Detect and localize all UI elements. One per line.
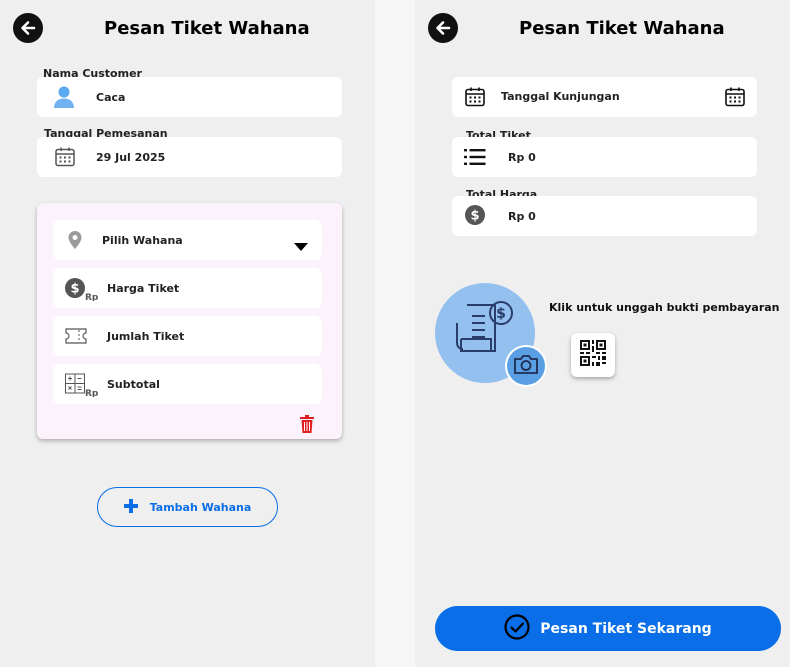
- arrow-left-icon: [436, 21, 451, 35]
- subtotal-field: Rp Subtotal: [53, 364, 322, 404]
- customer-field[interactable]: Caca: [37, 77, 342, 117]
- location-pin-icon: [66, 230, 84, 254]
- qr-code-icon: [580, 340, 606, 370]
- customer-value: Caca: [96, 91, 126, 104]
- order-date-field[interactable]: 29 Jul 2025: [37, 137, 342, 177]
- arrow-left-icon: [21, 21, 36, 35]
- calculator-rp-icon: Rp: [65, 373, 99, 401]
- dollar-icon: $: [465, 205, 485, 229]
- back-button[interactable]: [13, 13, 43, 43]
- ride-item-card: Pilih Wahana $ Rp Harga Tiket Jumlah Tike…: [37, 203, 342, 439]
- svg-text:Rp: Rp: [85, 293, 99, 301]
- ride-select[interactable]: Pilih Wahana: [53, 220, 322, 260]
- total-tickets-field: Rp 0: [452, 137, 757, 177]
- ticket-qty-label: Jumlah Tiket: [107, 330, 185, 343]
- ride-select-value: Pilih Wahana: [102, 234, 183, 247]
- visit-date-field[interactable]: Tanggal Kunjungan: [452, 77, 757, 117]
- list-icon: [464, 148, 486, 170]
- svg-text:Rp: Rp: [85, 389, 99, 397]
- total-tickets-value: Rp 0: [508, 151, 536, 164]
- svg-text:$: $: [470, 209, 479, 224]
- page-title: Pesan Tiket Wahana: [519, 18, 725, 39]
- user-icon: [53, 85, 75, 113]
- calendar-icon: [54, 146, 76, 172]
- back-button[interactable]: [428, 13, 458, 43]
- camera-icon: [513, 353, 539, 379]
- order-form-panel: Pesan Tiket Wahana Nama Customer Caca Ta…: [0, 0, 375, 667]
- chevron-down-icon: [294, 236, 308, 255]
- svg-text:$: $: [70, 282, 79, 297]
- upload-hint[interactable]: Klik untuk unggah bukti pembayaran: [549, 301, 780, 314]
- ticket-price-label: Harga Tiket: [107, 282, 180, 295]
- check-circle-icon: [504, 613, 530, 644]
- camera-button[interactable]: [505, 345, 547, 387]
- total-price-field: $ Rp 0: [452, 196, 757, 236]
- page-title: Pesan Tiket Wahana: [104, 18, 310, 39]
- add-ride-button[interactable]: Tambah Wahana: [97, 487, 278, 527]
- ticket-icon: [65, 328, 87, 348]
- submit-order-button[interactable]: Pesan Tiket Sekarang: [435, 606, 781, 651]
- svg-text:$: $: [496, 306, 506, 322]
- dollar-rp-icon: $ Rp: [65, 277, 99, 305]
- total-price-value: Rp 0: [508, 210, 536, 223]
- panel-divider: [375, 0, 415, 667]
- calendar-icon: [464, 86, 486, 112]
- calendar-picker-icon[interactable]: [724, 86, 746, 112]
- ticket-qty-field[interactable]: Jumlah Tiket: [53, 316, 322, 356]
- trash-icon[interactable]: [300, 415, 314, 437]
- qr-code-button[interactable]: [571, 333, 615, 377]
- plus-icon: [123, 498, 138, 516]
- order-date-value: 29 Jul 2025: [96, 151, 166, 164]
- submit-order-label: Pesan Tiket Sekarang: [540, 620, 712, 637]
- subtotal-label: Subtotal: [107, 378, 160, 391]
- ticket-price-field: $ Rp Harga Tiket: [53, 268, 322, 308]
- visit-date-placeholder: Tanggal Kunjungan: [501, 90, 620, 103]
- add-ride-label: Tambah Wahana: [149, 500, 252, 514]
